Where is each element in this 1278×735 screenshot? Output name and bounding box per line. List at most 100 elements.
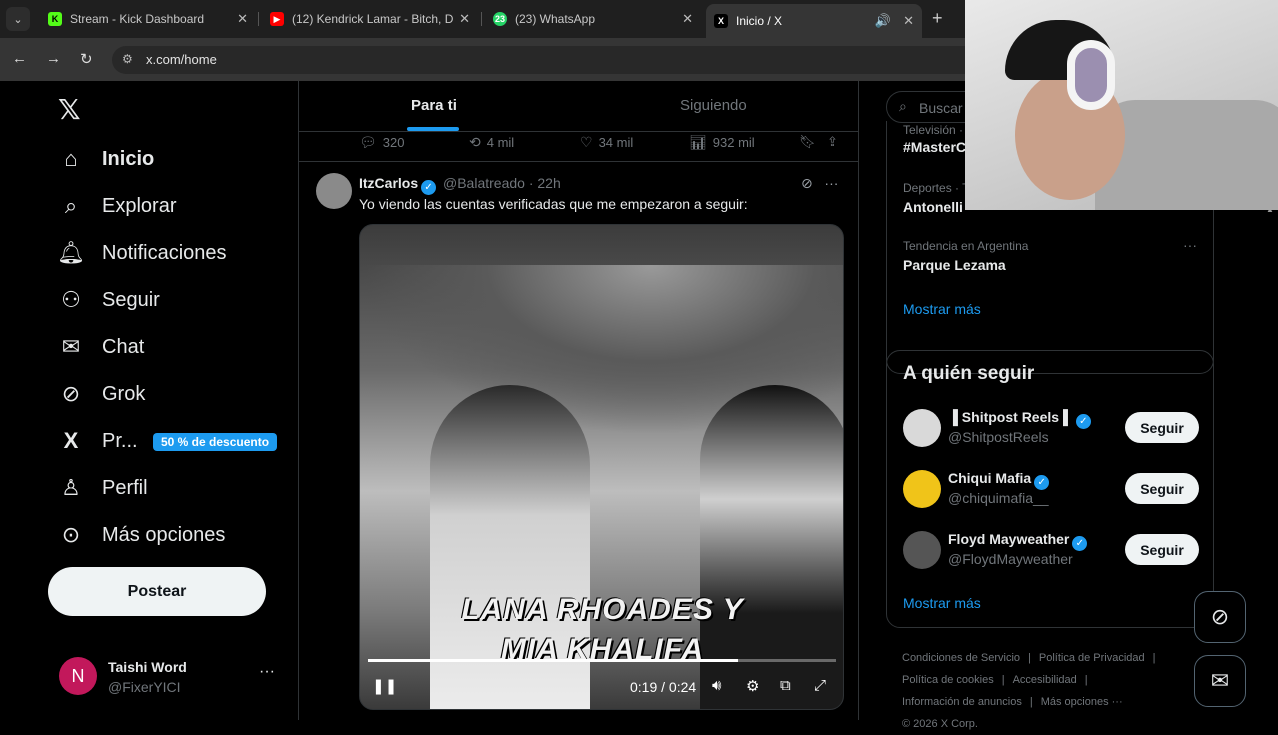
show-more-trends-link[interactable]: Mostrar más: [903, 301, 981, 317]
video-player[interactable]: LANA RHOADES Y MIA KHALIFA ❚❚ 0:19 / 0:2…: [359, 224, 844, 710]
footer-links: Condiciones de Servicio | Política de Priv…: [902, 647, 1202, 735]
url-text[interactable]: x.com/home: [146, 52, 217, 67]
trend-topic[interactable]: Parque Lezama: [903, 257, 1006, 273]
avatar: [903, 531, 941, 569]
forward-arrow-icon[interactable]: →: [46, 50, 61, 67]
repost-button[interactable]: ⟲ 4 mil: [469, 134, 514, 151]
follow-suggestion[interactable]: ▐ Shitpost Reels ▌ ✓ @ShitpostReels Segui…: [903, 407, 1203, 449]
footer-link[interactable]: Política de cookies: [902, 674, 994, 686]
discount-badge[interactable]: 50 % de descuento: [153, 433, 278, 451]
mail-icon: ✉: [61, 334, 81, 359]
footer-link[interactable]: Información de anuncios: [902, 696, 1022, 708]
avatar: N: [59, 657, 97, 695]
footer-link[interactable]: Condiciones de Servicio: [902, 652, 1020, 664]
more-icon[interactable]: ···: [824, 175, 838, 191]
suggestion-name-text: Floyd Mayweather: [948, 531, 1070, 547]
views-button[interactable]: 📊︎ 932 mil: [689, 134, 755, 151]
back-arrow-icon[interactable]: ←: [12, 50, 27, 67]
view-count: 932 mil: [712, 135, 755, 150]
browser-tab-x[interactable]: X Inicio / X 🔊 ✕: [706, 4, 922, 38]
nav-item-premium[interactable]: X Pr...: [58, 423, 138, 459]
x-favicon-icon: X: [714, 14, 728, 28]
verified-badge-icon: ✓: [421, 180, 437, 195]
picture-in-picture-icon[interactable]: ⧉: [780, 677, 791, 694]
repost-count: 4 mil: [486, 135, 515, 150]
suggestion-name-text: ▐ Shitpost Reels ▌: [948, 409, 1073, 425]
bookmark-icon[interactable]: 🔖︎: [799, 134, 816, 150]
tab-siguiendo[interactable]: Siguiendo: [680, 97, 747, 114]
whatsapp-favicon-icon: 23: [493, 12, 507, 26]
who-to-follow-panel: A quién seguir ▐ Shitpost Reels ▌ ✓ @Shit…: [886, 350, 1214, 628]
author-name: ItzCarlos: [359, 175, 419, 191]
more-icon[interactable]: ···: [259, 663, 275, 681]
close-tab-icon[interactable]: ✕: [682, 11, 693, 27]
like-button[interactable]: ♡ 34 mil: [580, 134, 633, 151]
tweet-text: Yo viendo las cuentas verificadas que me…: [359, 196, 748, 212]
nav-item-explorar[interactable]: ⌕ Explorar: [58, 188, 177, 224]
reply-icon: 💬︎: [359, 134, 377, 150]
verified-badge-icon: ✓: [1075, 414, 1091, 429]
nav-item-notificaciones[interactable]: 🔔︎ Notificaciones: [57, 235, 226, 271]
more-icon[interactable]: ···: [1183, 237, 1197, 253]
footer-separator: |: [1029, 696, 1033, 708]
nav-item-mas-opciones[interactable]: ⊙ Más opciones: [58, 517, 226, 553]
suggestion-handle: @chiquimafia__: [948, 490, 1049, 506]
post-button[interactable]: Postear: [48, 567, 266, 616]
video-progress-fill: [368, 659, 738, 662]
show-more-follow-link[interactable]: Mostrar más: [903, 595, 981, 611]
headset-icon: [1067, 40, 1115, 110]
follow-button[interactable]: Seguir: [1125, 412, 1199, 443]
suggestion-name: ▐ Shitpost Reels ▌ ✓: [948, 409, 1091, 429]
follow-suggestion[interactable]: Chiqui Mafia ✓ @chiquimafia__ Seguir: [903, 468, 1203, 510]
grok-fab-button[interactable]: ⊘: [1194, 591, 1246, 643]
share-icon[interactable]: ⇪: [827, 134, 838, 150]
footer-separator: |: [1028, 652, 1031, 664]
follow-suggestion[interactable]: Floyd Mayweather ✓ @FloydMayweather Segui…: [903, 529, 1203, 571]
site-settings-icon[interactable]: ⚙: [122, 52, 133, 66]
account-switcher[interactable]: N Taishi Word @FixerYICI ···: [59, 657, 289, 697]
avatar: [903, 409, 941, 447]
follow-button[interactable]: Seguir: [1125, 473, 1199, 504]
person-plus-icon: ⚇: [61, 287, 81, 312]
page-scrollbar[interactable]: ▲: [1266, 205, 1274, 720]
grok-icon[interactable]: ⊘: [801, 175, 813, 191]
footer-link[interactable]: Política de Privacidad: [1039, 652, 1145, 664]
nav-item-perfil[interactable]: ♙ Perfil: [58, 470, 147, 506]
tweet-handle[interactable]: @Balatreado · 22h: [443, 175, 561, 191]
heart-icon: ♡: [580, 134, 593, 150]
footer-link[interactable]: Más opciones ···: [1041, 696, 1123, 708]
feed-tabs: Para ti Siguiendo: [299, 81, 859, 132]
fullscreen-icon[interactable]: ⤢: [814, 677, 826, 694]
new-tab-button[interactable]: +: [932, 8, 943, 29]
volume-icon[interactable]: 🔊︎: [712, 677, 721, 694]
browser-tab-kick[interactable]: K Stream - Kick Dashboard ✕: [40, 6, 256, 32]
close-tab-icon[interactable]: ✕: [237, 11, 248, 27]
search-icon: ⌕: [64, 193, 78, 218]
reply-button[interactable]: 💬︎ 320: [359, 134, 404, 151]
bell-icon: 🔔︎: [57, 240, 85, 265]
avatar[interactable]: [316, 173, 352, 209]
nav-item-chat[interactable]: ✉ Chat: [58, 329, 144, 365]
omnibox[interactable]: [112, 46, 1012, 74]
browser-tab-youtube[interactable]: ▶ (12) Kendrick Lamar - Bitch, Don ✕: [262, 6, 478, 32]
tab-para-ti[interactable]: Para ti: [411, 97, 457, 114]
tweet-author[interactable]: ItzCarlos ✓: [359, 175, 437, 195]
previous-post-actions: 💬︎ 320 ⟲ 4 mil ♡ 34 mil 📊︎ 932 mil 🔖︎ ⇪: [299, 132, 859, 162]
settings-gear-icon[interactable]: ⚙: [746, 677, 759, 695]
close-tab-icon[interactable]: ✕: [459, 11, 470, 27]
trend-topic[interactable]: Antonelli: [903, 199, 963, 215]
reload-icon[interactable]: ↻: [80, 50, 93, 68]
footer-link[interactable]: Accesibilidad: [1013, 674, 1077, 686]
nav-item-seguir[interactable]: ⚇ Seguir: [58, 282, 160, 318]
tab-search-menu-button[interactable]: ⌄: [6, 7, 30, 31]
speaker-icon[interactable]: 🔊: [875, 13, 891, 29]
messages-fab-button[interactable]: ✉: [1194, 655, 1246, 707]
x-logo-icon[interactable]: 𝕏: [58, 93, 81, 126]
nav-item-grok[interactable]: ⊘ Grok: [58, 376, 146, 412]
follow-button[interactable]: Seguir: [1125, 534, 1199, 565]
video-progress-bar[interactable]: [368, 659, 836, 662]
close-tab-icon[interactable]: ✕: [903, 13, 914, 29]
nav-item-inicio[interactable]: ⌂ Inicio: [58, 141, 154, 177]
browser-tab-whatsapp[interactable]: 23 (23) WhatsApp ✕: [485, 6, 701, 32]
pause-icon[interactable]: ❚❚: [372, 677, 397, 695]
